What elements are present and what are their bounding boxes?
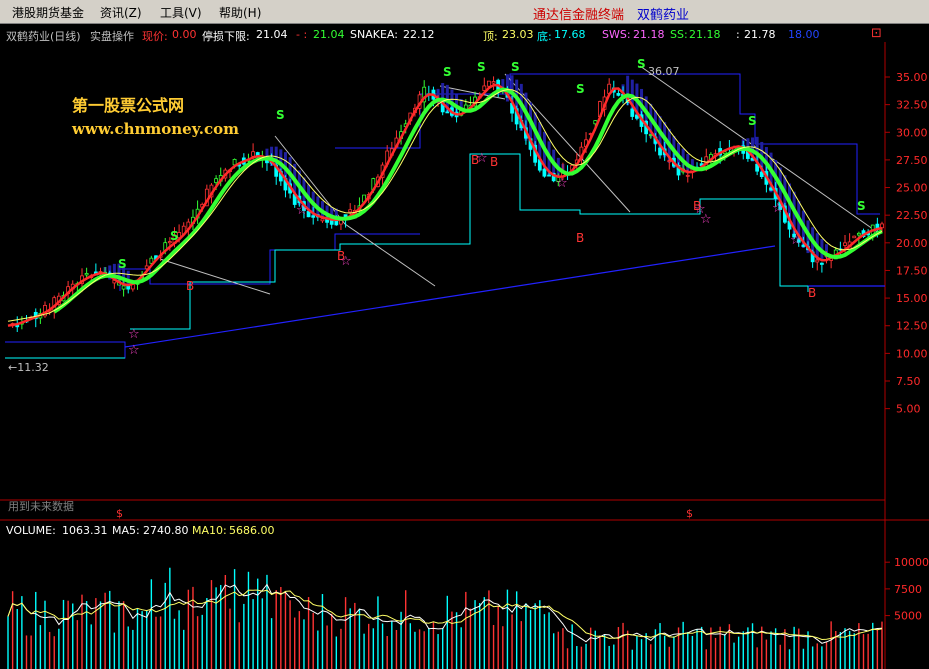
menu-item-info[interactable]: 资讯(Z) [100,4,142,21]
volume-ma5-line [7,583,883,644]
indicator-green-line [53,87,883,314]
volume-ma10-label: MA10: [192,524,227,537]
price-tick-label: 7.50 [896,375,921,388]
sell-signal-marker: S [170,229,179,243]
star-signal-marker: ☆ [128,343,140,358]
candle-body [547,174,551,177]
price-tick-label: 12.50 [896,320,928,333]
sell-signal-marker: S [443,65,452,79]
buy-signal-marker: B [490,155,498,169]
candle-body [630,108,635,117]
star-signal-marker: ☆ [296,203,308,218]
price-tick-label: 22.50 [896,209,928,222]
channel-lines [5,65,885,359]
buy-signal-marker: B [576,231,584,245]
volume-ma5-label: MA5: [112,524,140,537]
signal-markers: SSSS S SSSSSBBB BBBB☆☆☆☆☆☆☆☆☆☆ [118,57,866,358]
chart-area: 双鹤药业(日线) 实盘操作 现价: 0.00 停损下限: 21.04 - : 2… [0,24,929,669]
candle-body [801,244,806,247]
candle-body [819,262,824,265]
buy-signal-marker: B [808,286,816,300]
star-signal-marker: ☆ [476,151,488,166]
star-signal-marker: ☆ [556,176,568,191]
candle-body [616,93,621,96]
candle-body [658,147,662,156]
star-signal-marker: ☆ [128,327,140,342]
candle-body [311,215,316,218]
sell-signal-marker: S [637,57,646,71]
candle-body [348,209,353,213]
star-signal-marker: ☆ [790,233,802,248]
sell-signal-marker: S [477,60,486,74]
buy-signal-marker: B [186,279,194,293]
price-tick-label: 32.50 [896,99,928,112]
price-tick-label: 20.00 [896,237,928,250]
sell-signal-marker: S [118,257,127,271]
dollar-marker-2: $ [686,507,693,520]
candle-body [843,242,847,246]
volume-ma10-value: 5686.00 [229,524,275,537]
low-label: ←11.32 [8,361,49,374]
price-tick-label: 35.00 [896,71,928,84]
dollar-marker-1: $ [116,507,123,520]
sell-signal-marker: S [276,108,285,122]
price-tick-label: 17.50 [896,264,928,277]
volume-label: VOLUME: [6,524,56,537]
candle-body [251,151,255,157]
price-chart[interactable]: 35.00 32.50 30.00 27.50 25.00 22.50 20.00 17.50… [0,24,929,669]
star-signal-marker: ☆ [340,254,352,269]
candle-body [445,111,450,114]
volume-axis: 10000 7500 5000 [885,556,929,623]
star-signal-marker: ☆ [700,212,712,227]
candle-body [491,81,496,84]
candle-body [214,178,218,184]
volume-ma5-value: 2740.80 [143,524,189,537]
future-data-note: 用到未来数据 [8,499,74,513]
candle-body [84,273,89,276]
menu-bar: 港股期货基金 资讯(Z) 工具(V) 帮助(H) 通达信金融终端 双鹤药业 [0,0,929,24]
menu-item-help[interactable]: 帮助(H) [219,4,261,21]
volume-tick-label: 10000 [894,556,929,569]
candle-body [320,218,325,222]
candle-body [852,235,857,239]
app-title: 通达信金融终端 [533,8,625,23]
candle-body [685,174,690,177]
candle-body [856,232,861,236]
candle-body [121,285,126,290]
price-axis: 35.00 32.50 30.00 27.50 25.00 22.50 20.00 17.50… [885,71,928,416]
volume-bars [7,567,883,669]
volume-tick-label: 7500 [894,583,922,596]
candle-body [487,80,491,87]
high-label: 36.07 [648,65,680,78]
candle-body [232,159,237,166]
price-tick-label: 15.00 [896,292,928,305]
star-signal-marker: ☆ [772,201,784,216]
menu-item-tools[interactable]: 工具(V) [160,4,202,21]
sell-signal-marker: S [511,60,520,74]
volume-value: 1063.31 [62,524,108,537]
candle-body [815,259,820,263]
price-tick-label: 10.00 [896,347,928,360]
stock-title: 双鹤药业 [637,8,690,23]
candle-body [542,168,547,177]
price-tick-label: 30.00 [896,126,928,139]
price-tick-label: 5.00 [896,403,921,416]
sell-signal-marker: S [857,199,866,213]
candle-body [126,285,131,290]
candle-body [334,220,339,226]
menu-item-hk-futures[interactable]: 港股期货基金 [12,4,84,21]
sell-signal-marker: S [748,114,757,128]
volume-tick-label: 5000 [894,610,922,623]
candle-body [667,160,672,162]
sell-signal-marker: S [576,82,585,96]
price-tick-label: 27.50 [896,154,928,167]
price-tick-label: 25.00 [896,182,928,195]
